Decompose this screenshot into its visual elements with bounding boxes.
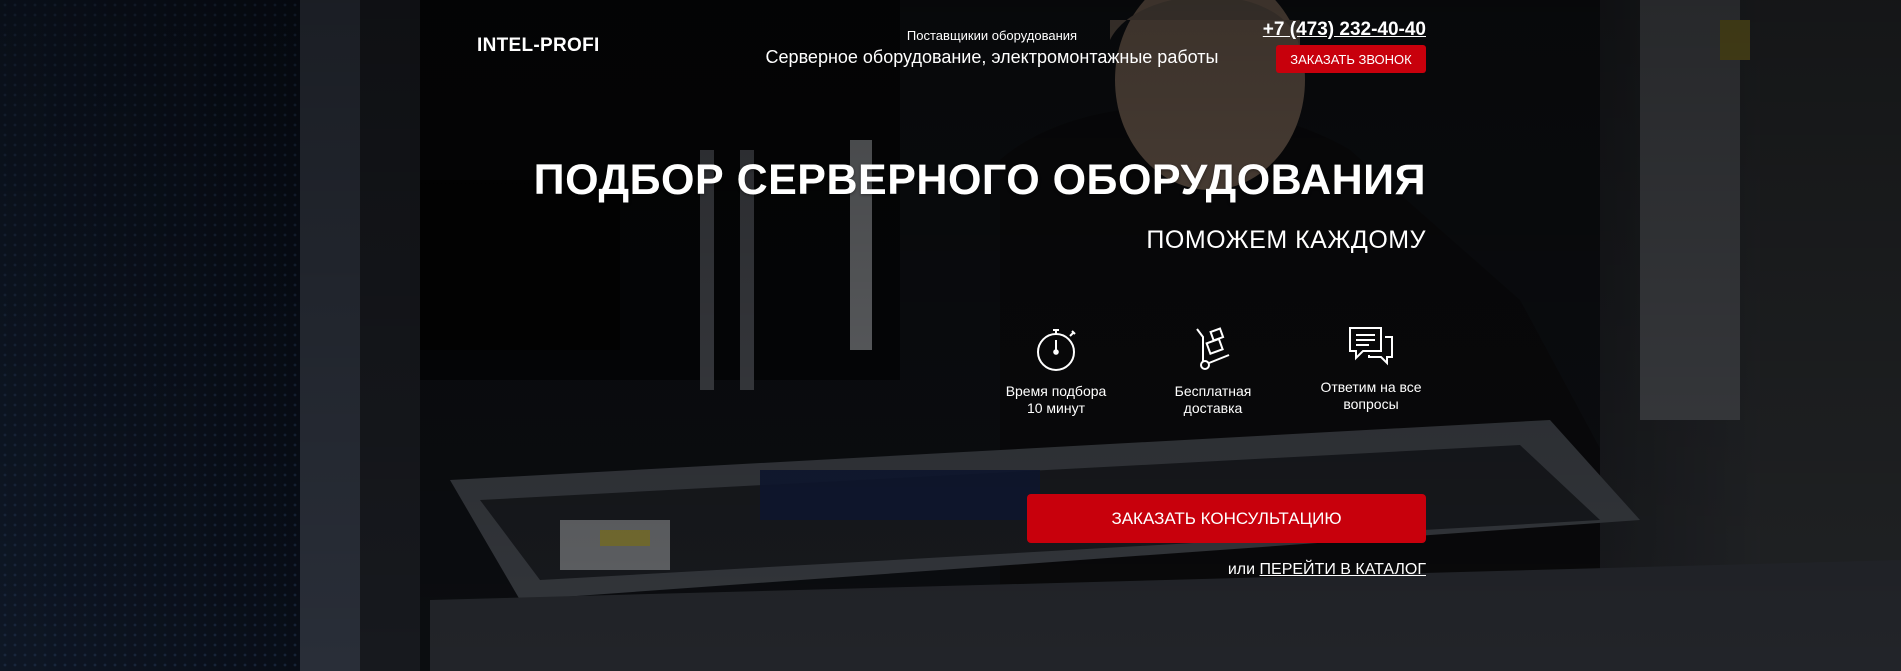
feature-line2: 10 минут (1026, 400, 1086, 416)
feature-line1: Время подбора (1005, 383, 1107, 399)
feature-line2: вопросы (1343, 396, 1399, 412)
feature-line2: доставка (1183, 400, 1243, 416)
feature-line1: Бесплатная (1174, 383, 1252, 399)
catalog-line: или ПЕРЕЙТИ В КАТАЛОГ (1228, 561, 1426, 579)
chat-bubbles-icon (1349, 327, 1393, 366)
go-to-catalog-link[interactable]: ПЕРЕЙТИ В КАТАЛОГ (1260, 561, 1426, 578)
order-callback-button[interactable]: ЗАКАЗАТЬ ЗВОНОК (1276, 45, 1426, 73)
hero-title: ПОДБОР СЕРВЕРНОГО ОБОРУДОВАНИЯ (533, 156, 1426, 204)
feature-answers: Ответим на все вопросы (1306, 325, 1436, 413)
tagline-small: Поставщикии оборудования (906, 28, 1078, 43)
hand-truck-icon (1196, 327, 1230, 370)
phone-link[interactable]: +7 (473) 232-40-40 (1263, 19, 1426, 41)
hero-subtitle: ПОМОЖЕМ КАЖДОМУ (1146, 226, 1426, 254)
tagline-main: Серверное оборудование, электромонтажные… (765, 47, 1219, 67)
feature-free-delivery: Бесплатная доставка (1148, 325, 1278, 417)
or-text: или (1227, 561, 1256, 578)
site-logo[interactable]: INTEL-PROFI (477, 35, 600, 57)
order-consultation-button[interactable]: ЗАКАЗАТЬ КОНСУЛЬТАЦИЮ (1027, 494, 1426, 543)
feature-selection-time: Время подбора 10 минут (991, 325, 1121, 417)
header-tagline: Поставщикии оборудования Серверное обору… (742, 28, 1242, 68)
stopwatch-icon (1037, 329, 1076, 371)
feature-line1: Ответим на все (1320, 379, 1422, 395)
